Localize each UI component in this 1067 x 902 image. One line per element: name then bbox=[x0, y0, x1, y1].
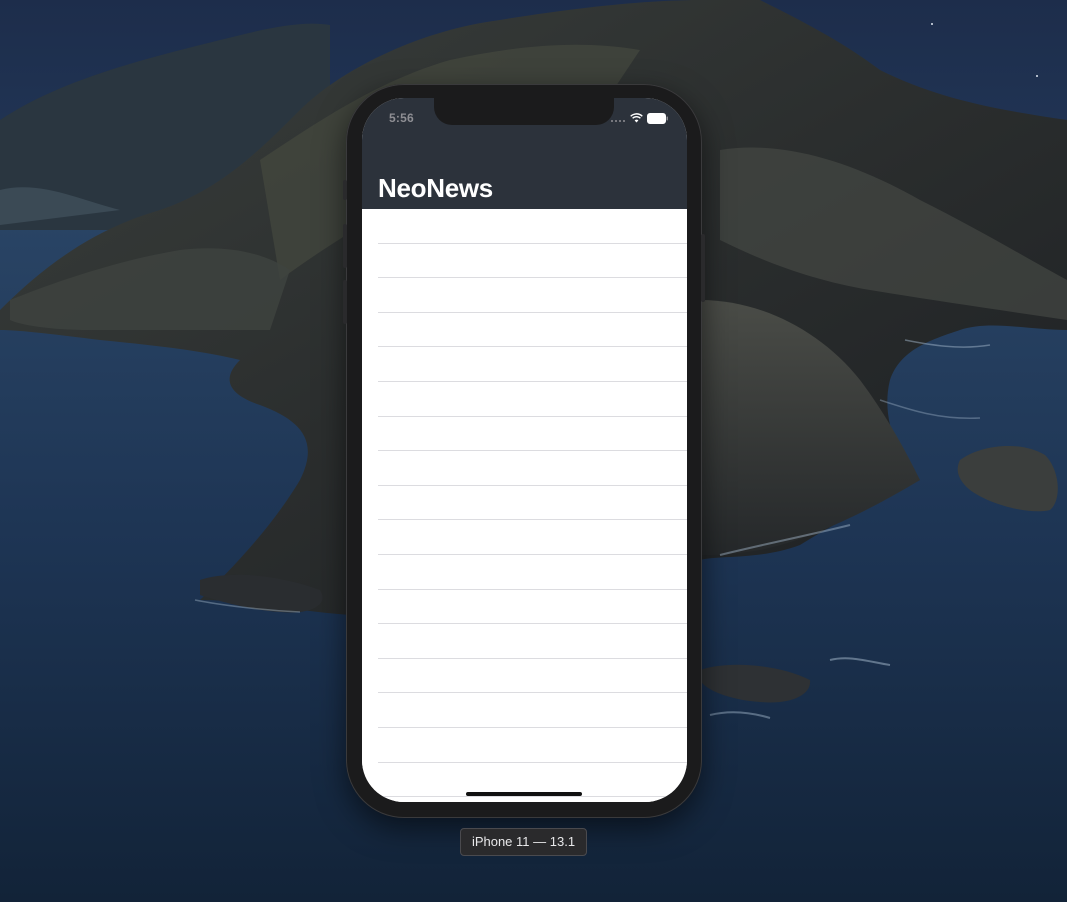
table-row[interactable] bbox=[378, 728, 687, 763]
navigation-bar: 5:56 NeoNews bbox=[362, 98, 687, 209]
volume-up-button bbox=[343, 224, 347, 268]
news-table-view[interactable] bbox=[362, 209, 687, 802]
table-row[interactable] bbox=[378, 382, 687, 417]
wifi-icon bbox=[630, 113, 643, 123]
signal-icon bbox=[611, 120, 625, 122]
table-row[interactable] bbox=[378, 313, 687, 348]
power-button bbox=[701, 234, 705, 302]
table-row[interactable] bbox=[378, 486, 687, 521]
device-notch bbox=[434, 98, 614, 125]
battery-icon bbox=[647, 112, 668, 124]
simulator-device-frame: 5:56 NeoNews bbox=[343, 84, 705, 818]
mute-switch bbox=[343, 180, 347, 200]
device-screen[interactable]: 5:56 NeoNews bbox=[362, 98, 687, 802]
table-row[interactable] bbox=[378, 659, 687, 694]
table-row[interactable] bbox=[378, 590, 687, 625]
table-row[interactable] bbox=[378, 520, 687, 555]
status-icons bbox=[610, 112, 669, 124]
table-row[interactable] bbox=[378, 244, 687, 279]
table-row[interactable] bbox=[378, 209, 687, 244]
table-row[interactable] bbox=[378, 347, 687, 382]
table-row[interactable] bbox=[378, 451, 687, 486]
table-row[interactable] bbox=[378, 278, 687, 313]
home-indicator[interactable] bbox=[466, 792, 582, 796]
status-time: 5:56 bbox=[389, 111, 414, 125]
table-row[interactable] bbox=[378, 624, 687, 659]
table-row[interactable] bbox=[378, 555, 687, 590]
table-row[interactable] bbox=[378, 417, 687, 452]
table-row[interactable] bbox=[378, 693, 687, 728]
volume-down-button bbox=[343, 280, 347, 324]
nav-title: NeoNews bbox=[378, 173, 493, 203]
simulator-device-label: iPhone 11 — 13.1 bbox=[460, 828, 587, 856]
